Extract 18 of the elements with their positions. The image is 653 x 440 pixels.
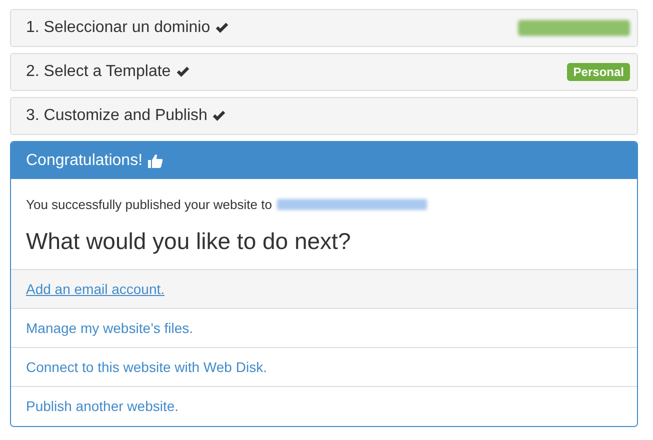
step-title: 3. Customize and Publish — [26, 107, 208, 125]
step-header[interactable]: 3. Customize and Publish — [10, 97, 638, 135]
next-steps-heading: What would you like to do next? — [26, 228, 352, 255]
panel-title: Congratulations! — [26, 152, 143, 170]
step-title: 1. Seleccionar un dominio — [26, 19, 210, 37]
action-link[interactable]: Publish another website. — [26, 398, 179, 414]
step-title: 2. Select a Template — [26, 63, 171, 81]
step-header[interactable]: 2. Select a Template Personal — [10, 53, 638, 91]
step-header[interactable]: 1. Seleccionar un dominio — [10, 9, 638, 47]
checkmark-icon — [212, 110, 226, 122]
success-message: You successfully published your website to — [26, 197, 272, 212]
checkmark-icon — [215, 22, 230, 34]
template-badge: Personal — [567, 63, 630, 81]
action-link[interactable]: Connect to this website with Web Disk. — [26, 359, 267, 375]
action-link[interactable]: Add an email account. — [26, 281, 165, 297]
action-link[interactable]: Manage my website’s files. — [26, 320, 194, 336]
thumbs-up-icon — [148, 154, 163, 168]
checkmark-icon — [176, 66, 190, 78]
